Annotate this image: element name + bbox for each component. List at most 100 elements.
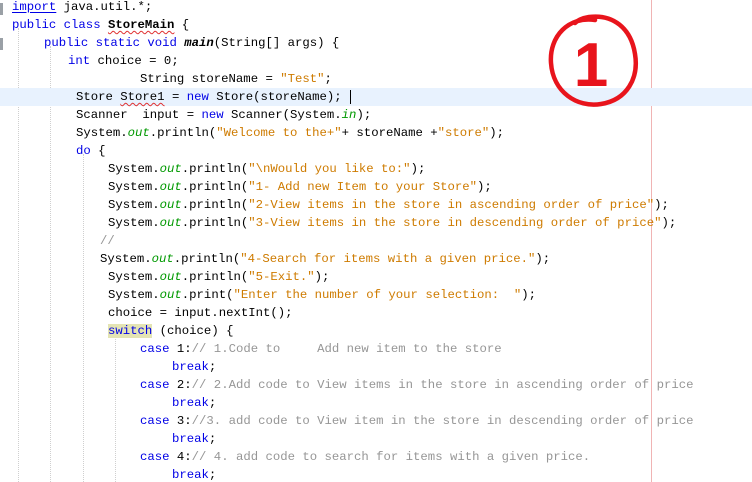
code-token: .println(	[173, 252, 241, 266]
code-token: );	[476, 180, 492, 194]
code-line[interactable]: System.out.print("Enter the number of yo…	[0, 286, 752, 304]
code-token: import	[12, 0, 57, 14]
code-token: break	[172, 360, 209, 374]
code-token: public	[44, 36, 89, 50]
code-token: Store1	[120, 90, 165, 104]
code-line[interactable]: choice = input.nextInt();	[0, 304, 752, 322]
code-token: case	[140, 414, 170, 428]
code-text: public class StoreMain {	[12, 16, 189, 34]
code-token: choice = input.nextInt();	[108, 306, 293, 320]
code-token: in	[341, 108, 357, 122]
code-text: import java.util.*;	[12, 0, 152, 16]
code-token: Scanner input =	[76, 108, 202, 122]
code-token: 2:	[169, 378, 192, 392]
code-token: {	[90, 144, 106, 158]
code-token: 1:	[169, 342, 192, 356]
code-line[interactable]: case 2:// 2.Add code to View items in th…	[0, 376, 752, 394]
code-token: out	[151, 252, 174, 266]
code-token: new	[201, 108, 224, 122]
code-line[interactable]: switch (choice) {	[0, 322, 752, 340]
code-line[interactable]: System.out.println("3-View items in the …	[0, 214, 752, 232]
code-token: new	[186, 90, 209, 104]
code-token: ;	[208, 468, 217, 482]
code-line[interactable]: case 3://3. add code to View item in the…	[0, 412, 752, 430]
code-token: .println(	[181, 180, 249, 194]
code-token: );	[654, 198, 669, 212]
step-number-annotation: 1	[548, 14, 638, 107]
code-token: "3-View items in the store in descending…	[248, 216, 662, 230]
code-token: void	[147, 36, 177, 50]
code-text: case 2:// 2.Add code to View items in th…	[140, 376, 693, 394]
code-editor[interactable]: import java.util.*; public class StoreMai…	[0, 0, 752, 482]
svg-text:1: 1	[574, 31, 608, 100]
code-token: // 1.Code to Add new item to the store	[191, 342, 502, 356]
code-text: break;	[172, 394, 216, 412]
code-token: .println(	[181, 270, 249, 284]
code-token: ;	[324, 72, 332, 86]
code-text: do {	[76, 142, 106, 160]
code-text: System.out.println("2-View items in the …	[108, 196, 669, 214]
code-token: "Welcome to the+"	[216, 126, 342, 140]
code-line[interactable]: System.out.println("2-View items in the …	[0, 196, 752, 214]
code-token: public	[12, 18, 57, 32]
code-text: switch (choice) {	[108, 322, 233, 340]
text-caret	[349, 89, 351, 104]
code-text: String storeName = "Test";	[140, 70, 332, 88]
code-token: //	[100, 234, 115, 248]
code-token: System.	[108, 162, 160, 176]
code-token: System.	[108, 198, 160, 212]
code-token: out	[159, 198, 182, 212]
code-line[interactable]: System.out.println("\nWould you like to:…	[0, 160, 752, 178]
code-text: System.out.println("4-Search for items w…	[100, 250, 550, 268]
code-line[interactable]: //	[0, 232, 752, 250]
code-text: case 4:// 4. add code to search for item…	[140, 448, 590, 466]
code-line[interactable]: break;	[0, 466, 752, 482]
code-token: StoreMain	[107, 18, 175, 32]
code-text: int choice = 0;	[68, 52, 179, 70]
code-text: case 1:// 1.Code to Add new item to the …	[140, 340, 502, 358]
code-line[interactable]: case 4:// 4. add code to search for item…	[0, 448, 752, 466]
code-line[interactable]: System.out.println("1- Add new Item to y…	[0, 178, 752, 196]
code-text: System.out.println("5-Exit.");	[108, 268, 329, 286]
code-line[interactable]: break;	[0, 430, 752, 448]
code-token: );	[489, 126, 505, 140]
code-text: System.out.println("\nWould you like to:…	[108, 160, 425, 178]
code-text: break;	[172, 430, 216, 448]
code-line[interactable]: break;	[0, 358, 752, 376]
code-text: System.out.println("3-View items in the …	[108, 214, 676, 232]
code-token: );	[356, 108, 372, 122]
code-line[interactable]: case 1:// 1.Code to Add new item to the …	[0, 340, 752, 358]
code-text: choice = input.nextInt();	[108, 304, 292, 322]
code-token: "store"	[437, 126, 490, 140]
code-token: switch	[108, 324, 153, 338]
code-token: String storeName =	[140, 72, 281, 86]
code-token: "Enter the number of your selection: "	[233, 288, 522, 302]
code-token: ;	[208, 360, 217, 374]
code-token: static	[95, 36, 140, 50]
code-line[interactable]: System.out.println("5-Exit.");	[0, 268, 752, 286]
code-token: System.	[108, 216, 160, 230]
code-token: out	[159, 270, 182, 284]
code-text: break;	[172, 466, 216, 482]
code-line[interactable]: do {	[0, 142, 752, 160]
code-token: );	[535, 252, 551, 266]
code-token: java.util.*;	[56, 0, 153, 14]
code-token: System.	[108, 270, 160, 284]
code-token: // 4. add code to search for items with …	[191, 450, 591, 464]
code-token: (String[] args) {	[213, 36, 340, 50]
code-line[interactable]: System.out.println("Welcome to the+"+ st…	[0, 124, 752, 142]
code-token: System.	[108, 180, 160, 194]
code-token: Store(storeName);	[208, 90, 342, 104]
code-text: System.out.println("Welcome to the+"+ st…	[76, 124, 504, 142]
code-token: Scanner(System.	[223, 108, 342, 122]
code-token: "1- Add new Item to your Store"	[248, 180, 477, 194]
code-line[interactable]: break;	[0, 394, 752, 412]
code-line[interactable]: System.out.println("4-Search for items w…	[0, 250, 752, 268]
code-token: choice = 0;	[90, 54, 179, 68]
code-token: System.	[76, 126, 128, 140]
code-token: out	[159, 288, 182, 302]
code-text: //	[100, 232, 115, 250]
code-token: out	[159, 180, 182, 194]
